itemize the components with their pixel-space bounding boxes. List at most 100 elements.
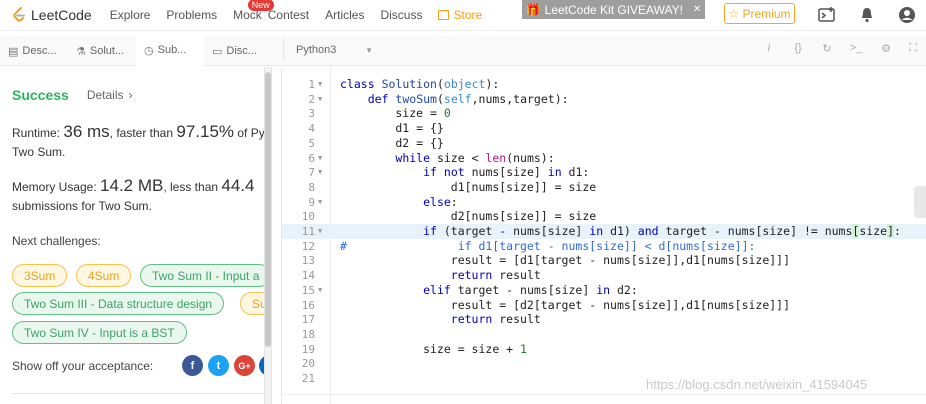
- fold-arrow-icon[interactable]: ▼: [318, 224, 322, 239]
- line-number: 10: [301, 210, 315, 224]
- code-line[interactable]: 20: [282, 356, 926, 371]
- memory-label: Memory Usage:: [12, 180, 101, 194]
- code-line[interactable]: 6 ▼ while size < len(nums):: [282, 151, 926, 166]
- runtime-stat: Runtime: 36 ms, faster than 97.15% of Py…: [12, 122, 264, 143]
- panel-tab-bar: ▤ Desc... ⚗ Solut... ◷ Sub... ▭ Disc...: [0, 36, 926, 66]
- code-editor[interactable]: 1 ▼ class Solution(object): 2 ▼ def twoSum(s…: [281, 67, 926, 404]
- language-select[interactable]: Python3 ▼: [283, 39, 381, 61]
- status-badge: Success: [12, 87, 69, 103]
- challenge-chip[interactable]: Two Sum IV - Input is a BST: [12, 321, 187, 344]
- code-line[interactable]: 11 ▼ if (target - nums[size] in d1) and t…: [282, 224, 926, 239]
- fold-arrow-icon[interactable]: ▼: [318, 151, 322, 166]
- nav-store[interactable]: Store: [438, 8, 482, 22]
- line-number: 11: [301, 225, 315, 238]
- code-text: d2[nums[size]] = size: [340, 209, 597, 224]
- twitter-icon[interactable]: t: [208, 355, 229, 376]
- fullscreen-icon[interactable]: ⛶: [906, 42, 920, 55]
- tab-discuss[interactable]: ▭ Disc...: [204, 36, 272, 66]
- fold-arrow-icon[interactable]: ▼: [318, 165, 322, 180]
- code-line[interactable]: 12 # if d1[target - nums[size]] < d[nums[…: [282, 239, 926, 254]
- fold-arrow-icon[interactable]: ▼: [318, 92, 322, 107]
- brand-name: LeetCode: [31, 7, 92, 23]
- challenge-chip[interactable]: 4Sum: [76, 264, 132, 287]
- details-link[interactable]: Details: [87, 88, 124, 102]
- code-line[interactable]: 4 d1 = {}: [282, 121, 926, 136]
- code-line[interactable]: 2 ▼ def twoSum(self,nums,target):: [282, 92, 926, 107]
- scrollbar[interactable]: [265, 72, 271, 347]
- tab-solution[interactable]: ⚗ Solut...: [68, 36, 136, 66]
- line-number: 6: [308, 151, 315, 165]
- code-line[interactable]: 9 ▼ else:: [282, 195, 926, 210]
- code-text: # if d1[target - nums[size]] < d[nums[si…: [340, 238, 756, 253]
- fold-arrow-icon[interactable]: ▼: [318, 77, 322, 92]
- settings-icon[interactable]: ⚙: [879, 42, 893, 55]
- line-number: 17: [301, 313, 315, 327]
- code-line[interactable]: 5 d2 = {}: [282, 136, 926, 151]
- giveaway-text: LeetCode Kit GIVEAWAY!: [544, 2, 683, 17]
- challenge-chip[interactable]: Two Sum III - Data structure design: [12, 292, 225, 315]
- code-text: class Solution(object):: [340, 77, 500, 91]
- line-number: 7: [308, 166, 315, 180]
- code-line[interactable]: 17 return result: [282, 312, 926, 327]
- code-line[interactable]: 1 ▼ class Solution(object):: [282, 77, 926, 92]
- line-number: 13: [301, 254, 315, 268]
- code-line[interactable]: 13 result = [d1[target - nums[size]],d1[…: [282, 253, 926, 268]
- side-panel-toggle[interactable]: [914, 186, 926, 218]
- challenge-chip[interactable]: Su: [240, 292, 264, 315]
- chevron-right-icon: ›: [128, 88, 133, 102]
- line-number: 14: [301, 269, 315, 283]
- line-number: 15: [301, 283, 315, 297]
- line-number: 12: [301, 239, 315, 253]
- line-number: 20: [301, 357, 315, 371]
- google-plus-icon[interactable]: G+: [234, 355, 255, 376]
- code-line[interactable]: 7 ▼ if not nums[size] in d1:: [282, 165, 926, 180]
- nav-contest[interactable]: Contest: [268, 8, 309, 22]
- nav-mock[interactable]: Mock New: [233, 0, 274, 22]
- code-line[interactable]: 18: [282, 327, 926, 342]
- runtime-line2: Two Sum.: [12, 145, 66, 159]
- share-label: Show off your acceptance:: [12, 359, 154, 373]
- code-line[interactable]: 10 d2[nums[size]] = size: [282, 209, 926, 224]
- line-number: 3: [308, 107, 315, 121]
- reset-icon[interactable]: ↻: [820, 42, 834, 55]
- nav-store-label: Store: [453, 8, 483, 22]
- challenge-chip[interactable]: Two Sum II - Input a: [140, 264, 264, 287]
- code-text: d2 = {}: [340, 135, 444, 150]
- code-line[interactable]: 8 d1[nums[size]] = size: [282, 180, 926, 195]
- tab-description[interactable]: ▤ Desc...: [0, 36, 68, 66]
- nav-discuss[interactable]: Discuss: [380, 8, 422, 22]
- terminal-icon[interactable]: >_: [849, 42, 863, 54]
- facebook-icon[interactable]: f: [182, 355, 203, 376]
- clock-icon: ◷: [144, 44, 154, 57]
- premium-button[interactable]: ☆ Premium: [724, 3, 795, 24]
- playground-icon[interactable]: [818, 6, 836, 24]
- runtime-mid: , faster than: [109, 126, 177, 140]
- code-line[interactable]: 3 size = 0: [282, 106, 926, 121]
- bell-icon[interactable]: [858, 6, 876, 24]
- close-icon[interactable]: ✕: [693, 4, 701, 15]
- brand-logo[interactable]: LeetCode: [12, 7, 92, 23]
- giveaway-banner[interactable]: 🎁 LeetCode Kit GIVEAWAY! ✕: [522, 0, 705, 19]
- code-line[interactable]: 19 size = size + 1: [282, 342, 926, 357]
- tab-submissions[interactable]: ◷ Sub...: [136, 36, 204, 66]
- code-line[interactable]: 15 ▼ elif target - nums[size] in d2:: [282, 283, 926, 298]
- info-icon[interactable]: i: [762, 42, 776, 54]
- runtime-tail: of Python3 online submissions for: [237, 126, 264, 140]
- code-text: size = 0: [340, 106, 451, 121]
- code-line[interactable]: 16 result = [d2[target - nums[size]],d1[…: [282, 298, 926, 313]
- line-number: 21: [301, 372, 315, 385]
- challenge-chip[interactable]: 3Sum: [12, 264, 68, 287]
- document-icon: ▤: [8, 45, 19, 58]
- fold-arrow-icon[interactable]: ▼: [318, 195, 322, 210]
- code-text: return result: [450, 268, 541, 283]
- code-text: result = [d1[target - nums[size]],d1[num…: [340, 253, 791, 268]
- line-number: 16: [301, 298, 315, 312]
- runtime-label: Runtime:: [12, 126, 64, 140]
- nav-problems[interactable]: Problems: [166, 8, 217, 22]
- code-line[interactable]: 14 return result: [282, 268, 926, 283]
- avatar-icon[interactable]: [898, 6, 916, 24]
- braces-icon[interactable]: {}: [791, 42, 805, 54]
- fold-arrow-icon[interactable]: ▼: [318, 283, 322, 298]
- nav-explore[interactable]: Explore: [110, 8, 151, 22]
- nav-articles[interactable]: Articles: [325, 8, 364, 22]
